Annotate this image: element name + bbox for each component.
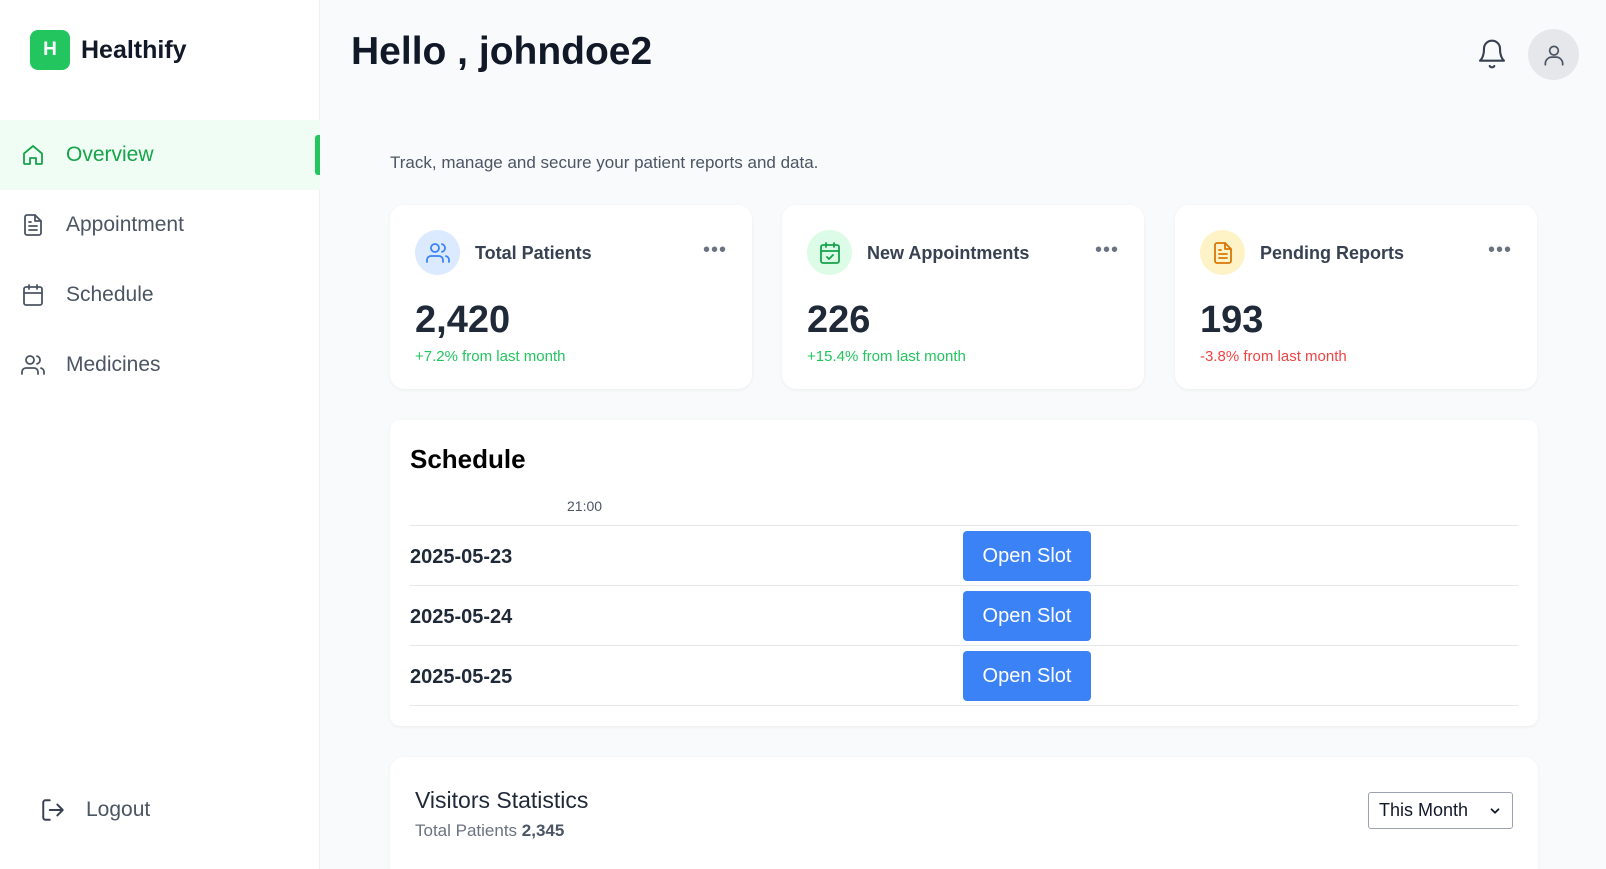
open-slot-button[interactable]: Open Slot [963, 531, 1091, 581]
sidebar-item-overview[interactable]: Overview [0, 120, 320, 190]
schedule-date: 2025-05-24 [410, 606, 513, 628]
page-subtitle: Track, manage and secure your patient re… [390, 153, 819, 172]
logout-icon [40, 797, 66, 823]
total-patients-label: Total Patients [415, 821, 522, 840]
visitors-title: Visitors Statistics [415, 787, 589, 813]
total-patients-value: 2,345 [521, 821, 565, 840]
schedule-panel: Schedule 21:00 2025-05-23 Open Slot 2025… [390, 420, 1538, 726]
period-select[interactable]: This Month [1368, 792, 1513, 829]
sidebar-item-medicines[interactable]: Medicines [0, 330, 320, 400]
schedule-date: 2025-05-25 [410, 666, 513, 688]
stat-value: 226 [807, 299, 871, 341]
stat-value: 2,420 [415, 299, 511, 341]
schedule-row: 2025-05-24 Open Slot [410, 586, 1518, 646]
stat-change: -3.8% from last month [1200, 348, 1347, 365]
stat-change: +15.4% from last month [807, 348, 966, 365]
sidebar-item-label: Overview [66, 143, 154, 166]
user-icon [1543, 44, 1564, 66]
calendar-icon [21, 283, 45, 307]
stat-title: Total Patients [475, 243, 592, 263]
stat-card-pending-reports: Pending Reports ••• 193 -3.8% from last … [1175, 205, 1537, 389]
brand-logo: H [30, 30, 70, 70]
schedule-row: 2025-05-23 Open Slot [410, 526, 1518, 586]
calendar-check-icon [807, 230, 852, 275]
sidebar-item-schedule[interactable]: Schedule [0, 260, 320, 330]
file-text-icon [1200, 230, 1245, 275]
sidebar-item-label: Appointment [66, 213, 184, 236]
period-select-value: This Month [1379, 800, 1469, 820]
open-slot-button[interactable]: Open Slot [963, 591, 1091, 641]
stat-title: Pending Reports [1260, 243, 1405, 263]
chevron-down-icon [1490, 807, 1500, 814]
stat-value: 193 [1200, 299, 1264, 341]
visitors-statistics-panel: Visitors Statistics Total Patients 2,345… [390, 757, 1538, 869]
logout-button[interactable]: Logout [40, 797, 150, 823]
brand-name: Healthify [81, 35, 187, 64]
more-options-icon[interactable]: ••• [703, 239, 727, 262]
sidebar: H Healthify Overview Appointment Schedul… [0, 0, 320, 869]
schedule-rows: 2025-05-23 Open Slot 2025-05-24 Open Slo… [410, 526, 1518, 706]
bell-icon [1478, 39, 1506, 69]
sidebar-nav: Overview Appointment Schedule Medicines [0, 120, 320, 400]
sidebar-item-label: Medicines [66, 353, 161, 376]
page-title: Hello , johndoe2 [351, 30, 653, 73]
users-icon [21, 353, 45, 377]
users-icon [415, 230, 460, 275]
brand[interactable]: H Healthify [30, 30, 187, 70]
notification-button[interactable] [1476, 38, 1508, 70]
open-slot-button[interactable]: Open Slot [963, 651, 1091, 701]
document-icon [21, 213, 45, 237]
stat-change: +7.2% from last month [415, 348, 566, 365]
schedule-date: 2025-05-23 [410, 546, 513, 568]
avatar[interactable] [1528, 29, 1579, 80]
total-patients-summary: Total Patients 2,345 [415, 821, 564, 841]
schedule-time-header: 21:00 [567, 498, 603, 514]
more-options-icon[interactable]: ••• [1095, 239, 1119, 262]
stat-card-total-patients: Total Patients ••• 2,420 +7.2% from last… [390, 205, 752, 389]
stat-title: New Appointments [867, 243, 1030, 263]
schedule-title: Schedule [410, 444, 526, 474]
logout-label: Logout [86, 798, 151, 821]
more-options-icon[interactable]: ••• [1488, 239, 1512, 262]
schedule-row: 2025-05-25 Open Slot [410, 646, 1518, 706]
sidebar-item-appointment[interactable]: Appointment [0, 190, 320, 260]
sidebar-item-label: Schedule [66, 283, 154, 306]
home-icon [21, 143, 45, 167]
stat-card-new-appointments: New Appointments ••• 226 +15.4% from las… [782, 205, 1144, 389]
